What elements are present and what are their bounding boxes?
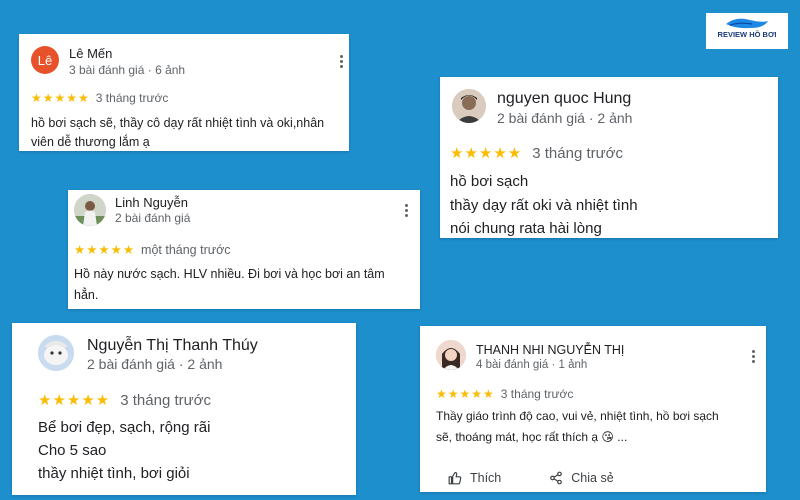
- review-card-thanh-nhi: THANH NHI NGUYỄN THỊ 4 bài đánh giá · 1 …: [420, 326, 766, 492]
- reviewer-meta: 4 bài đánh giá · 1 ảnh: [476, 359, 588, 371]
- review-time: 3 tháng trước: [532, 144, 624, 162]
- review-text-line: Hồ này nước sạch. HLV nhiều. Đi bơi và h…: [74, 267, 385, 281]
- review-time: 3 tháng trước: [95, 91, 169, 105]
- avatar[interactable]: [38, 335, 74, 371]
- like-button[interactable]: Thích: [448, 471, 501, 485]
- review-card-le-men: Lê Lê Mến 3 bài đánh giá · 6 ảnh ★★★★★ 3…: [19, 34, 349, 151]
- share-label: Chia sẻ: [571, 471, 614, 485]
- review-text-line: hẳn.: [74, 288, 99, 302]
- avatar[interactable]: [436, 340, 466, 370]
- reviewer-name[interactable]: Nguyễn Thị Thanh Thúy: [87, 337, 258, 355]
- review-text: hồ bơi sạch sẽ, thầy cô dạy rất nhiệt tì…: [31, 114, 324, 152]
- review-time: 3 tháng trước: [120, 391, 212, 409]
- logo-text: REVIEW HỒ BƠI: [717, 30, 777, 39]
- review-text[interactable]: Thầy giáo trình độ cao, vui vẻ, nhiệt tì…: [436, 406, 719, 448]
- share-icon: [550, 471, 563, 485]
- review-card-nguyen-quoc-hung: nguyen quoc Hung 2 bài đánh giá · 2 ảnh …: [440, 77, 778, 238]
- rating-row: ★★★★★ 3 tháng trước: [31, 91, 168, 105]
- review-text-line: hồ bơi sạch: [450, 173, 529, 190]
- star-rating: ★★★★★: [450, 145, 523, 162]
- review-ho-boi-logo: REVIEW HỒ BƠI: [706, 13, 788, 49]
- reviewer-name[interactable]: THANH NHI NGUYỄN THỊ: [476, 343, 624, 357]
- avatar-initial: Lê: [37, 52, 53, 68]
- thumbs-up-icon: [448, 472, 462, 485]
- review-text-line: hồ bơi sạch sẽ, thầy cô dạy rất nhiệt tì…: [31, 116, 325, 130]
- rating-row: ★★★★★ một tháng trước: [74, 242, 231, 258]
- rating-row: ★★★★★ 3 tháng trước: [450, 144, 624, 163]
- review-time: 3 tháng trước: [500, 387, 574, 401]
- avatar-photo-icon: [452, 89, 486, 123]
- review-text-line: viên dễ thương lắm ạ: [31, 135, 150, 149]
- star-rating: ★★★★★: [38, 392, 111, 409]
- avatar[interactable]: [452, 89, 486, 123]
- avatar-photo-icon: [38, 335, 74, 371]
- review-text-line: Bể bơi đẹp, sạch, rộng rãi: [38, 419, 211, 436]
- star-rating: ★★★★★: [31, 91, 90, 105]
- review-text-line: nói chung rata hài lòng: [450, 220, 602, 237]
- reviewer-meta: 2 bài đánh giá: [115, 211, 191, 225]
- reviewer-name[interactable]: nguyen quoc Hung: [497, 90, 631, 108]
- like-label: Thích: [470, 471, 502, 485]
- review-text: hồ bơi sạch thầy dạy rất oki và nhiệt tì…: [450, 170, 638, 241]
- review-card-linh-nguyen: Linh Nguyễn 2 bài đánh giá ★★★★★ một thá…: [68, 190, 420, 309]
- review-text-line: thầy nhiệt tình, bơi giỏi: [38, 465, 190, 482]
- reviewer-meta: 2 bài đánh giá · 2 ảnh: [497, 110, 633, 126]
- review-text-line: thầy dạy rất oki và nhiệt tình: [450, 196, 638, 214]
- avatar[interactable]: [74, 194, 106, 226]
- reviewer-meta: 2 bài đánh giá · 2 ảnh: [87, 356, 223, 372]
- star-rating: ★★★★★: [74, 243, 136, 257]
- reviewer-name[interactable]: Linh Nguyễn: [115, 195, 188, 210]
- rating-row: ★★★★★ 3 tháng trước: [436, 387, 573, 401]
- reviewer-meta: 3 bài đánh giá · 6 ảnh: [69, 63, 186, 77]
- review-text: Hồ này nước sạch. HLV nhiều. Đi bơi và h…: [74, 264, 385, 306]
- star-rating: ★★★★★: [436, 387, 495, 401]
- rating-row: ★★★★★ 3 tháng trước: [38, 391, 212, 410]
- more-options-icon[interactable]: [751, 350, 755, 363]
- more-options-icon[interactable]: [339, 55, 343, 68]
- avatar[interactable]: Lê: [31, 46, 59, 74]
- avatar-photo-icon: [436, 340, 466, 370]
- review-text-line: Thầy giáo trình độ cao, vui vẻ, nhiệt tì…: [436, 409, 719, 423]
- review-time: một tháng trước: [141, 242, 231, 257]
- share-button[interactable]: Chia sẻ: [549, 471, 614, 485]
- avatar-photo-icon: [74, 194, 106, 226]
- more-options-icon[interactable]: [404, 204, 408, 217]
- review-text-line: Cho 5 sao: [38, 442, 107, 459]
- review-text: Bể bơi đẹp, sạch, rộng rãi Cho 5 sao thầ…: [38, 416, 210, 485]
- review-actions: Thích Chia sẻ: [448, 471, 614, 485]
- review-text-line: sẽ, thoáng mát, học rất thích ạ 😘 ...: [436, 430, 628, 444]
- review-card-thanh-thuy: Nguyễn Thị Thanh Thúy 2 bài đánh giá · 2…: [12, 323, 356, 495]
- reviewer-name[interactable]: Lê Mến: [69, 46, 112, 61]
